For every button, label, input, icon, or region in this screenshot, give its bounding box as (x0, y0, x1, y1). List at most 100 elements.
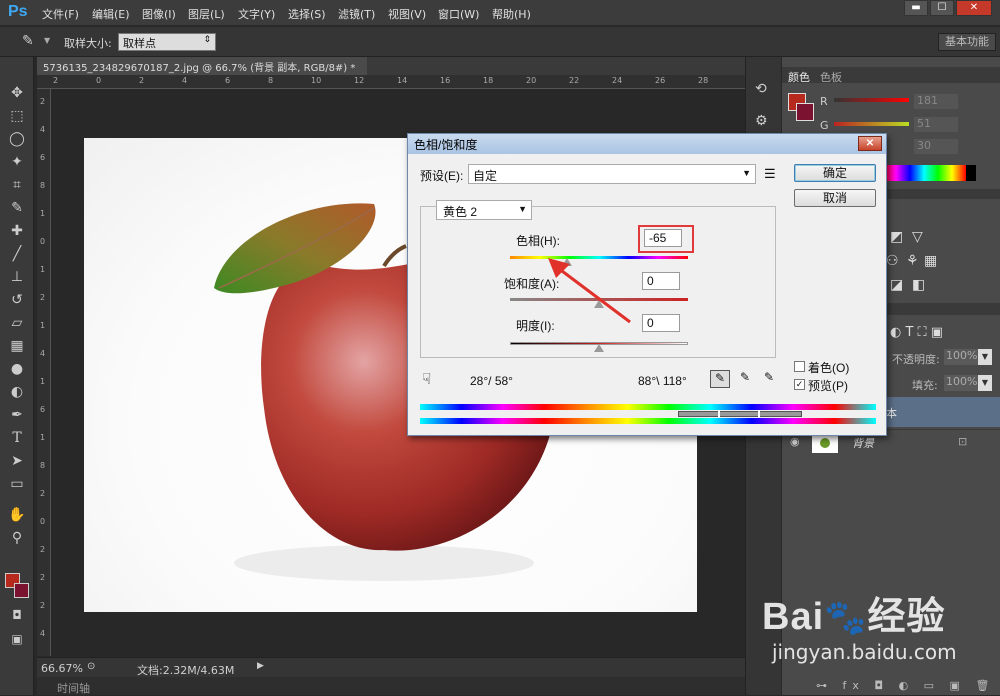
stamp-tool-icon[interactable]: ⊥ (7, 267, 27, 287)
tab-swatches[interactable]: 色板 (820, 69, 842, 85)
eyedropper-tool-icon[interactable]: ✎ (7, 198, 27, 218)
hue-input[interactable]: -65 (644, 229, 682, 247)
history-icon[interactable]: ⟲ (755, 81, 767, 97)
minimize-button[interactable]: ▬ (904, 0, 928, 16)
play-arrow-icon[interactable]: ▶ (257, 661, 264, 671)
maximize-button[interactable]: ☐ (930, 0, 954, 16)
crop-tool-icon[interactable]: ⌗ (7, 175, 27, 195)
hand-tool-icon[interactable]: ✋ (7, 505, 27, 525)
magic-wand-tool-icon[interactable]: ✦ (7, 152, 27, 172)
timeline-label[interactable]: 时间轴 (57, 680, 90, 696)
color-balance-icon[interactable]: ⚘ (906, 253, 919, 269)
menu-edit[interactable]: 编辑(E) (92, 6, 130, 22)
g-value[interactable]: 51 (914, 117, 958, 132)
ruler-v-tick: 1 (40, 321, 46, 330)
lookup-icon[interactable]: ▦ (924, 253, 937, 269)
saturation-input[interactable]: 0 (642, 272, 680, 290)
path-select-tool-icon[interactable]: ➤ (7, 451, 27, 471)
fill-dropdown-icon[interactable]: ▼ (978, 375, 992, 391)
preset-value: 自定 (473, 169, 498, 183)
tab-color[interactable]: 颜色 (788, 69, 810, 85)
range-marker-left[interactable] (718, 410, 720, 418)
ruler-v-tick: 1 (40, 377, 46, 386)
preview-label: 预览(P) (808, 379, 848, 393)
cancel-button[interactable]: 取消 (794, 189, 876, 207)
menu-file[interactable]: 文件(F) (42, 6, 79, 22)
preset-options-icon[interactable]: ☰ (764, 166, 776, 182)
screen-mode-icon[interactable]: ▣ (7, 629, 27, 649)
layers-footer-icons[interactable]: ⊶ fx ◘ ◐ ▭ ▣ 🗑 (816, 679, 995, 692)
b-value[interactable]: 30 (914, 139, 958, 154)
eye-icon[interactable]: ◉ (790, 435, 800, 448)
menu-filter[interactable]: 滤镜(T) (338, 6, 375, 22)
dialog-close-button[interactable]: ✕ (858, 136, 882, 151)
ruler-h-tick: 6 (225, 76, 231, 85)
ok-button[interactable]: 确定 (794, 164, 876, 182)
zoom-level[interactable]: 66.67% (41, 662, 83, 675)
close-window-button[interactable]: ✕ (956, 0, 992, 16)
eraser-tool-icon[interactable]: ▱ (7, 313, 27, 333)
selective-color-icon[interactable]: ◧ (912, 277, 925, 293)
opacity-dropdown-icon[interactable]: ▼ (978, 349, 992, 365)
dodge-tool-icon[interactable]: ◐ (7, 382, 27, 402)
color-spectrum[interactable] (882, 165, 966, 181)
eyedropper-button[interactable]: ✎ (710, 370, 730, 388)
shape-tool-icon[interactable]: ▭ (7, 474, 27, 494)
pen-tool-icon[interactable]: ✒ (7, 405, 27, 425)
chevron-down-icon[interactable]: ▼ (44, 36, 50, 45)
r-slider[interactable] (834, 98, 909, 102)
eyedropper-minus-icon[interactable]: ✎ (760, 370, 778, 388)
status-icon[interactable]: ⊙ (87, 661, 95, 672)
eyedropper-icon[interactable]: ✎ (22, 33, 34, 49)
channel-mixer-icon[interactable]: ⚇ (886, 253, 899, 269)
menu-view[interactable]: 视图(V) (388, 6, 426, 22)
zoom-tool-icon[interactable]: ⚲ (7, 528, 27, 548)
history-brush-tool-icon[interactable]: ↺ (7, 290, 27, 310)
gradient-map-icon[interactable]: ▽ (912, 229, 923, 245)
ruler-v-tick: 6 (40, 405, 46, 414)
hand-adjust-icon[interactable]: ☟ (422, 370, 431, 388)
actions-icon[interactable]: ⚙ (755, 113, 768, 129)
channel-select[interactable]: 黄色 2 ▼ (436, 200, 532, 220)
lightness-input[interactable]: 0 (642, 314, 680, 332)
curves-icon[interactable]: ◩ (890, 229, 903, 245)
threshold-icon[interactable]: ◪ (890, 277, 903, 293)
gradient-tool-icon[interactable]: ▦ (7, 336, 27, 356)
blur-tool-icon[interactable]: ● (7, 359, 27, 379)
ruler-v-tick: 2 (40, 573, 46, 582)
spectrum-black[interactable] (966, 165, 976, 181)
preview-checkbox[interactable]: ✓ (794, 379, 805, 390)
menu-window[interactable]: 窗口(W) (438, 6, 479, 22)
g-channel-label: G (820, 119, 829, 132)
menu-layer[interactable]: 图层(L) (188, 6, 225, 22)
g-slider[interactable] (834, 122, 909, 126)
opacity-value[interactable]: 100% (944, 349, 978, 365)
range-marker-right[interactable] (758, 410, 760, 418)
lightness-slider-thumb[interactable] (594, 344, 604, 352)
range-selector[interactable] (678, 411, 802, 417)
background-color-swatch[interactable] (14, 583, 29, 598)
layer-filter-icons[interactable]: ◐ T ⛶ ▣ (890, 325, 943, 340)
menu-help[interactable]: 帮助(H) (492, 6, 531, 22)
workspace-button[interactable]: 基本功能 (938, 33, 996, 51)
quick-mask-icon[interactable]: ◘ (7, 605, 27, 625)
menu-image[interactable]: 图像(I) (142, 6, 176, 22)
preset-select[interactable]: 自定 ▼ (468, 164, 756, 184)
r-value[interactable]: 181 (914, 94, 958, 109)
menu-type[interactable]: 文字(Y) (238, 6, 275, 22)
marquee-tool-icon[interactable]: ⬚ (7, 106, 27, 126)
document-tab[interactable]: 5736135_234829670187_2.jpg @ 66.7% (背景 副… (37, 57, 367, 85)
brush-tool-icon[interactable]: ╱ (7, 244, 27, 264)
ruler-v-tick: 8 (40, 461, 46, 470)
menu-select[interactable]: 选择(S) (288, 6, 326, 22)
healing-tool-icon[interactable]: ✚ (7, 221, 27, 241)
move-tool-icon[interactable]: ✥ (7, 83, 27, 103)
hue-saturation-dialog: 色相/饱和度 ✕ 预设(E): 自定 ▼ ☰ 确定 取消 黄色 2 ▼ 色相(H… (407, 133, 887, 436)
fill-value[interactable]: 100% (944, 375, 978, 391)
eyedropper-plus-icon[interactable]: ✎ (736, 370, 754, 388)
colorize-checkbox[interactable] (794, 361, 805, 372)
type-tool-icon[interactable]: T (7, 428, 27, 448)
panel-background-swatch[interactable] (796, 103, 814, 121)
sample-size-select[interactable]: 取样点 ⇕ (118, 33, 216, 51)
lasso-tool-icon[interactable]: ◯ (7, 129, 27, 149)
